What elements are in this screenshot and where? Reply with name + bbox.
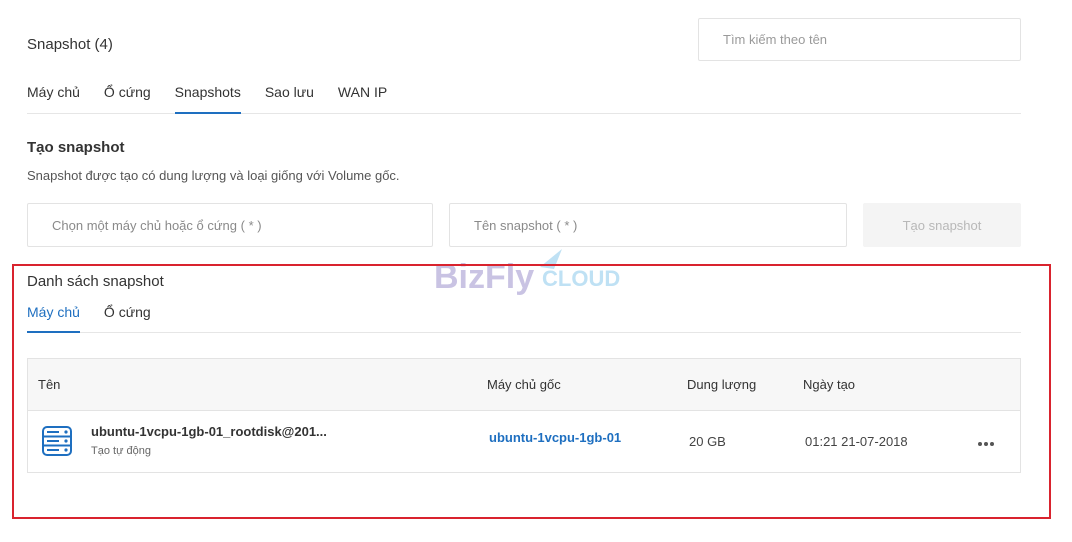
snapshot-list-title: Danh sách snapshot bbox=[27, 273, 164, 290]
list-tab-disks[interactable]: Ổ cứng bbox=[104, 303, 151, 333]
snapshot-name-input[interactable] bbox=[449, 203, 847, 247]
snapshot-name: ubuntu-1vcpu-1gb-01_rootdisk@201... bbox=[91, 424, 327, 439]
snapshot-list-tabs: Máy chủ Ổ cứng bbox=[27, 303, 1021, 333]
snapshot-size: 20 GB bbox=[689, 434, 726, 449]
svg-text:BizFly: BizFly bbox=[434, 258, 534, 296]
column-header-created: Ngày tạo bbox=[803, 377, 856, 392]
snapshot-created-date: 01:21 21-07-2018 bbox=[805, 434, 908, 449]
tab-wan-ip[interactable]: WAN IP bbox=[338, 82, 387, 114]
snapshot-table: Tên Máy chủ gốc Dung lượng Ngày tạo ubun… bbox=[27, 358, 1021, 473]
snapshot-subtitle: Tạo tự động bbox=[91, 445, 151, 457]
server-icon bbox=[41, 425, 73, 462]
more-actions-icon[interactable] bbox=[978, 435, 1002, 449]
create-snapshot-button[interactable]: Tạo snapshot bbox=[863, 203, 1021, 247]
create-snapshot-title: Tạo snapshot bbox=[27, 139, 125, 156]
main-tabs: Máy chủ Ổ cứng Snapshots Sao lưu WAN IP bbox=[27, 82, 1021, 114]
origin-server-link[interactable]: ubuntu-1vcpu-1gb-01 bbox=[489, 430, 621, 445]
column-header-origin-server: Máy chủ gốc bbox=[487, 377, 561, 392]
search-input[interactable] bbox=[698, 18, 1021, 61]
tab-backups[interactable]: Sao lưu bbox=[265, 82, 314, 114]
page-title: Snapshot (4) bbox=[27, 36, 113, 53]
column-header-size: Dung lượng bbox=[687, 377, 757, 392]
bizfly-cloud-watermark-logo: BizFly CLOUD bbox=[434, 247, 644, 304]
table-header: Tên Máy chủ gốc Dung lượng Ngày tạo bbox=[28, 359, 1020, 411]
list-tab-servers[interactable]: Máy chủ bbox=[27, 303, 80, 333]
table-row[interactable]: ubuntu-1vcpu-1gb-01_rootdisk@201... Tạo … bbox=[28, 411, 1020, 473]
tab-snapshots[interactable]: Snapshots bbox=[174, 82, 241, 114]
column-header-name: Tên bbox=[38, 377, 61, 392]
create-snapshot-description: Snapshot được tạo có dung lượng và loại … bbox=[27, 168, 400, 183]
svg-text:CLOUD: CLOUD bbox=[542, 266, 620, 291]
server-or-disk-select[interactable] bbox=[27, 203, 433, 247]
tab-disks[interactable]: Ổ cứng bbox=[104, 82, 151, 114]
tab-servers[interactable]: Máy chủ bbox=[27, 82, 80, 114]
